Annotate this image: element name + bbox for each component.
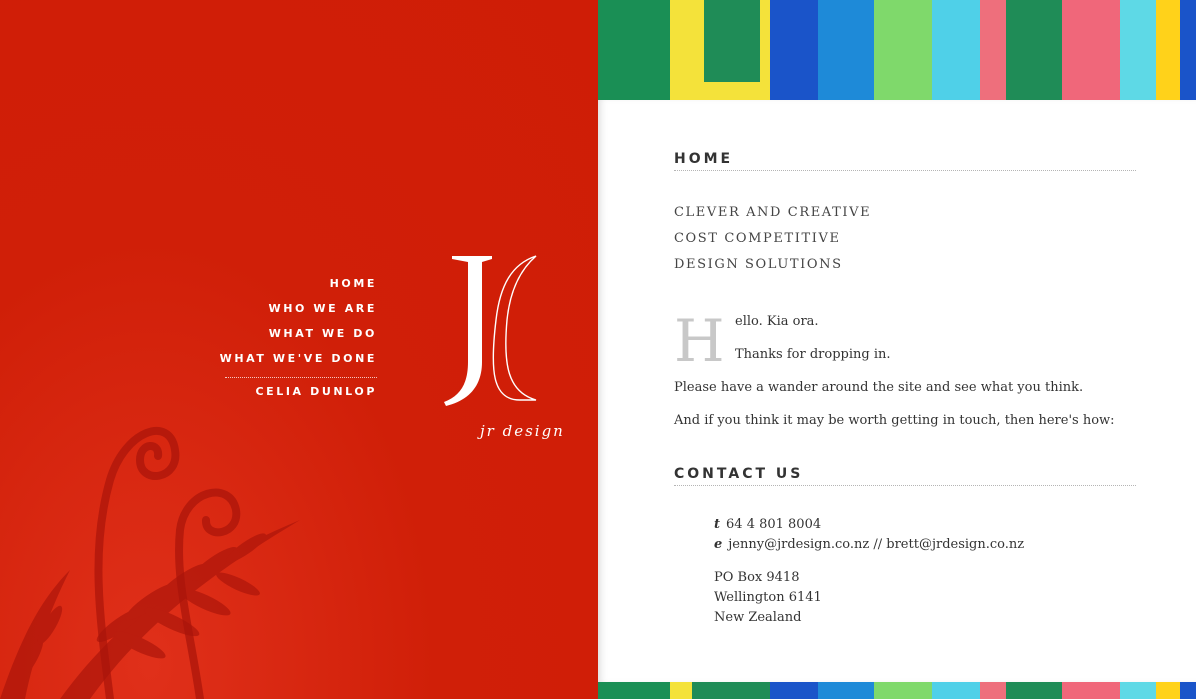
- nav-item-what-weve-done[interactable]: WHAT WE'VE DONE: [220, 351, 377, 376]
- intro-paragraph: And if you think it may be worth getting…: [674, 413, 1115, 428]
- postal-address: PO Box 9418 Wellington 6141 New Zealand: [714, 568, 1024, 628]
- home-taglines: CLEVER AND CREATIVE COST COMPETITIVE DES…: [674, 204, 871, 282]
- drop-cap: H: [674, 307, 725, 375]
- nav-divider: [225, 377, 377, 378]
- email-addresses[interactable]: jenny@jrdesign.co.nz // brett@jrdesign.c…: [728, 537, 1024, 552]
- intro-paragraph: Please have a wander around the site and…: [674, 380, 1084, 395]
- address-line: PO Box 9418: [714, 570, 800, 585]
- stripes-banner-bottom: [598, 682, 1196, 699]
- left-panel: HOME WHO WE ARE WHAT WE DO WHAT WE'VE DO…: [0, 0, 598, 699]
- stripes-banner-top: [598, 0, 1196, 100]
- nav-item-what-we-do[interactable]: WHAT WE DO: [220, 326, 377, 351]
- tagline-line: CLEVER AND CREATIVE: [674, 205, 872, 220]
- contact-details: t 64 4 801 8004 e jenny@jrdesign.co.nz // …: [714, 515, 1024, 628]
- nav-item-home[interactable]: HOME: [220, 276, 377, 301]
- main-nav: HOME WHO WE ARE WHAT WE DO WHAT WE'VE DO…: [220, 276, 377, 402]
- phone-label: t: [714, 517, 721, 532]
- contact-phone-row: t 64 4 801 8004: [714, 515, 1024, 535]
- nav-item-celia-dunlop[interactable]: CELIA DUNLOP: [220, 384, 377, 402]
- email-label: e: [714, 537, 723, 552]
- phone-number[interactable]: 64 4 801 8004: [726, 517, 821, 532]
- address-line: New Zealand: [714, 610, 802, 625]
- tagline-line: COST COMPETITIVE: [674, 231, 841, 246]
- home-heading: HOME: [674, 151, 1136, 171]
- address-line: Wellington 6141: [714, 590, 822, 605]
- fern-illustration: [0, 427, 300, 699]
- contact-heading: CONTACT US: [674, 466, 1136, 486]
- intro-paragraph: Thanks for dropping in.: [735, 347, 891, 362]
- jr-logo[interactable]: [440, 250, 560, 410]
- contact-email-row: e jenny@jrdesign.co.nz // brett@jrdesign.…: [714, 535, 1024, 555]
- brand-tagline: jr design: [480, 422, 565, 440]
- main-content: HOME CLEVER AND CREATIVE COST COMPETITIV…: [598, 100, 1196, 682]
- intro-paragraph: ello. Kia ora.: [735, 314, 819, 329]
- intro-text: H ello. Kia ora. Thanks for dropping in.…: [674, 307, 1134, 445]
- nav-item-who-we-are[interactable]: WHO WE ARE: [220, 301, 377, 326]
- tagline-line: DESIGN SOLUTIONS: [674, 257, 843, 272]
